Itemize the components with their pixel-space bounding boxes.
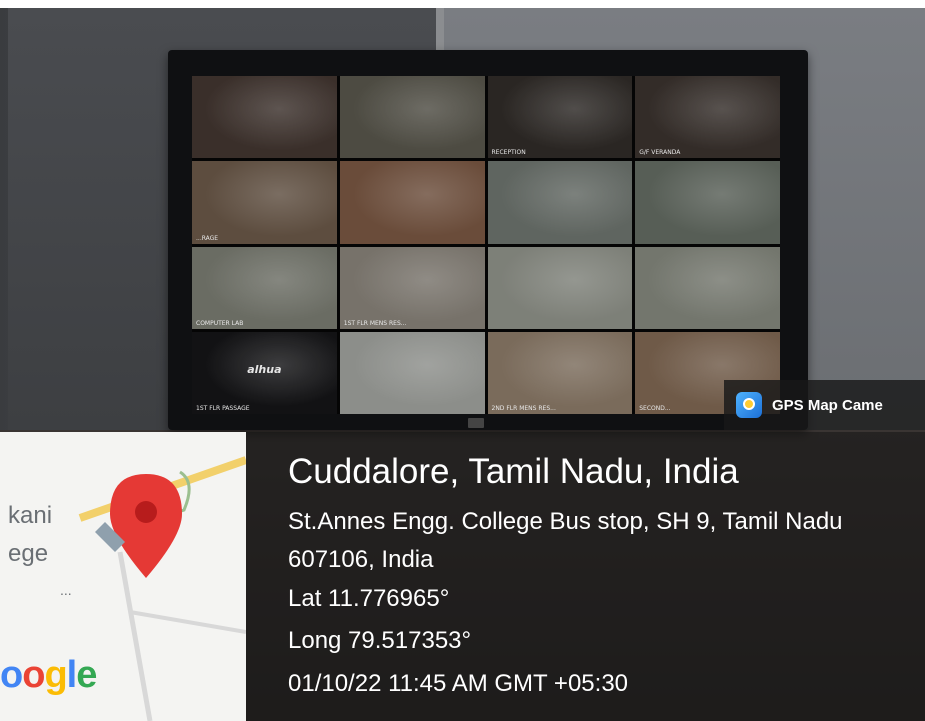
- camera-tile: [339, 161, 485, 244]
- camera-tile: alhua 1ST FLR PASSAGE: [192, 331, 337, 414]
- gps-badge-label: GPS Map Came: [772, 396, 883, 414]
- longitude: Long 79.517353°: [288, 627, 472, 654]
- camera-label: COMPUTER LAB: [196, 319, 244, 327]
- camera-tile: [635, 161, 780, 244]
- camera-label: G/F VERANDA: [639, 149, 681, 157]
- gps-map-camera-icon: [736, 392, 762, 418]
- camera-tile: 1ST FLR MENS RES...: [339, 246, 485, 329]
- google-logo: oogle: [0, 654, 97, 696]
- location-address: St.Annes Engg. College Bus stop, SH 9, T…: [288, 508, 843, 573]
- datetime: 01/10/22 11:45 AM GMT +05:30: [288, 670, 629, 697]
- camera-label: 1ST FLR PASSAGE: [196, 405, 250, 412]
- camera-tile: [192, 76, 337, 159]
- cctv-grid: RECEPTION G/F VERANDA ...RAGE COMPUTER LAB 1…: [192, 76, 780, 414]
- camera-brand-logo: alhua: [247, 363, 282, 376]
- camera-tile: [339, 76, 485, 159]
- map-label-3: ...: [60, 582, 72, 598]
- camera-label: 2ND FLR MENS RES...: [491, 405, 556, 412]
- camera-tile: RECEPTION: [487, 76, 633, 159]
- camera-tile: ...RAGE: [192, 161, 337, 244]
- camera-tile: 2ND FLR MENS RES...: [487, 331, 633, 414]
- map-label-2: ege: [8, 540, 49, 567]
- location-title: Cuddalore, Tamil Nadu, India: [288, 452, 739, 491]
- gps-map-camera-badge: GPS Map Came: [724, 380, 925, 430]
- map-street-2: [129, 610, 246, 634]
- cctv-monitor: RECEPTION G/F VERANDA ...RAGE COMPUTER LAB 1…: [168, 50, 808, 430]
- camera-label: 1ST FLR MENS RES...: [343, 319, 407, 327]
- map-label-1: kani: [8, 502, 53, 529]
- camera-tile: [487, 246, 633, 329]
- monitor-brand-logo: [468, 418, 484, 428]
- photo-scene: RECEPTION G/F VERANDA ...RAGE COMPUTER LAB 1…: [0, 0, 925, 721]
- camera-label: ...RAGE: [196, 234, 219, 242]
- camera-tile: [487, 161, 633, 244]
- camera-tile: COMPUTER LAB: [192, 246, 337, 329]
- camera-tile: [635, 246, 780, 329]
- camera-label: SECOND...: [639, 405, 671, 412]
- camera-tile: G/F VERANDA: [635, 76, 780, 159]
- camera-label: RECEPTION: [491, 149, 526, 157]
- top-border: [0, 0, 925, 8]
- latitude: Lat 11.776965°: [288, 585, 450, 612]
- camera-tile: [339, 331, 485, 414]
